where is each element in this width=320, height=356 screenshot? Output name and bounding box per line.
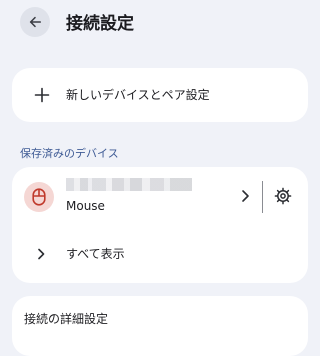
advanced-settings-label: 接続の詳細設定 [24,312,109,326]
pair-new-device-button[interactable]: 新しいデバイスとペア設定 [12,68,308,122]
chevron-right-icon[interactable] [232,183,258,209]
advanced-settings-card[interactable]: 接続の詳細設定 [12,296,308,356]
page-title: 接続設定 [66,14,134,34]
vertical-divider [262,181,263,213]
chevron-right-icon [38,248,45,260]
device-name-redacted [66,178,192,191]
gear-icon[interactable] [270,183,296,209]
show-all-label: すべて表示 [66,247,125,261]
add-device-card: 新しいデバイスとペア設定 [12,68,308,122]
app-bar: 接続設定 [0,0,320,44]
device-avatar [24,182,54,212]
device-row-mouse[interactable]: Mouse [12,167,308,225]
show-all-button[interactable]: すべて表示 [12,225,308,283]
mouse-icon [32,188,46,206]
back-button[interactable] [20,7,50,37]
arrow-back-icon [29,16,42,28]
saved-devices-heading: 保存済みのデバイス [20,147,119,160]
plus-icon [34,87,50,103]
device-name: Mouse [66,199,105,213]
saved-devices-card: Mouse すべて表示 [12,167,308,283]
pair-new-device-label: 新しいデバイスとペア設定 [66,88,210,102]
